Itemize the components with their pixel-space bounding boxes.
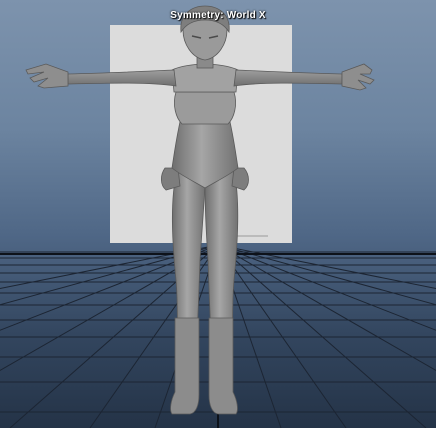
scene-canvas[interactable] — [0, 0, 436, 428]
right-hip-wrap — [231, 167, 249, 191]
chest — [174, 91, 236, 125]
left-hand — [25, 63, 69, 89]
character-model[interactable] — [25, 5, 375, 415]
symmetry-hud-label: Symmetry: World X — [170, 10, 266, 21]
right-boot — [208, 317, 238, 415]
right-hand — [341, 63, 375, 91]
left-boot — [170, 317, 200, 415]
maya-3d-viewport[interactable]: Symmetry: World X — [0, 0, 436, 428]
